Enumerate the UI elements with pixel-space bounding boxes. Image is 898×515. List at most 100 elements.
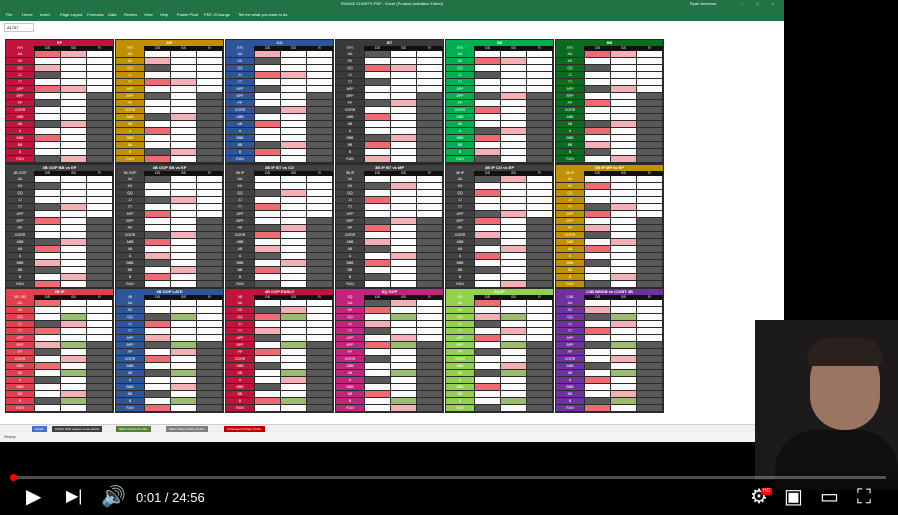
range-cell[interactable] bbox=[417, 79, 442, 85]
range-cell[interactable] bbox=[35, 142, 60, 148]
range-cell[interactable] bbox=[527, 121, 552, 127]
range-cell[interactable] bbox=[255, 349, 280, 355]
range-cell[interactable] bbox=[585, 328, 610, 334]
range-cell[interactable] bbox=[255, 156, 280, 162]
range-cell[interactable] bbox=[145, 107, 170, 113]
range-cell[interactable] bbox=[255, 370, 280, 376]
range-cell[interactable] bbox=[281, 72, 306, 78]
range-cell[interactable] bbox=[475, 79, 500, 85]
range-cell[interactable] bbox=[527, 370, 552, 376]
range-cell[interactable] bbox=[365, 58, 390, 64]
range-cell[interactable] bbox=[611, 86, 636, 92]
range-cell[interactable] bbox=[307, 58, 332, 64]
range-cell[interactable] bbox=[365, 149, 390, 155]
range-cell[interactable] bbox=[527, 335, 552, 341]
range-cell[interactable] bbox=[87, 267, 112, 273]
range-cell[interactable] bbox=[611, 93, 636, 99]
range-cell[interactable] bbox=[527, 107, 552, 113]
range-cell[interactable] bbox=[307, 107, 332, 113]
window-controls[interactable]: – □ × bbox=[741, 0, 780, 8]
range-cell[interactable] bbox=[281, 183, 306, 189]
range-cell[interactable] bbox=[611, 183, 636, 189]
range-cell[interactable] bbox=[585, 149, 610, 155]
range-cell[interactable] bbox=[501, 253, 526, 259]
range-cell[interactable] bbox=[417, 260, 442, 266]
range-cell[interactable] bbox=[391, 72, 416, 78]
range-cell[interactable] bbox=[171, 274, 196, 280]
range-cell[interactable] bbox=[391, 328, 416, 334]
range-cell[interactable] bbox=[171, 267, 196, 273]
range-cell[interactable] bbox=[61, 93, 86, 99]
range-cell[interactable] bbox=[197, 72, 222, 78]
range-cell[interactable] bbox=[475, 218, 500, 224]
range-cell[interactable] bbox=[475, 114, 500, 120]
range-cell[interactable] bbox=[417, 197, 442, 203]
range-cell[interactable] bbox=[501, 349, 526, 355]
volume-icon[interactable]: 🔊 bbox=[101, 484, 126, 510]
range-cell[interactable] bbox=[61, 156, 86, 162]
range-cell[interactable] bbox=[171, 183, 196, 189]
range-cell[interactable] bbox=[501, 377, 526, 383]
range-cell[interactable] bbox=[307, 321, 332, 327]
range-cell[interactable] bbox=[35, 321, 60, 327]
range-cell[interactable] bbox=[391, 307, 416, 313]
range-cell[interactable] bbox=[475, 128, 500, 134]
range-cell[interactable] bbox=[307, 225, 332, 231]
range-cell[interactable] bbox=[501, 142, 526, 148]
range-cell[interactable] bbox=[307, 72, 332, 78]
range-cell[interactable] bbox=[281, 349, 306, 355]
range-cell[interactable] bbox=[585, 370, 610, 376]
range-cell[interactable] bbox=[637, 128, 662, 134]
range-cell[interactable] bbox=[35, 260, 60, 266]
range-cell[interactable] bbox=[391, 204, 416, 210]
range-cell[interactable] bbox=[585, 363, 610, 369]
range-cell[interactable] bbox=[255, 281, 280, 287]
range-cell[interactable] bbox=[417, 239, 442, 245]
range-cell[interactable] bbox=[365, 274, 390, 280]
range-cell[interactable] bbox=[35, 342, 60, 348]
range-cell[interactable] bbox=[585, 204, 610, 210]
range-cell[interactable] bbox=[527, 391, 552, 397]
range-cell[interactable] bbox=[281, 114, 306, 120]
range-cell[interactable] bbox=[527, 190, 552, 196]
range-cell[interactable] bbox=[585, 100, 610, 106]
range-cell[interactable] bbox=[585, 128, 610, 134]
range-cell[interactable] bbox=[145, 391, 170, 397]
range-cell[interactable] bbox=[61, 405, 86, 411]
range-cell[interactable] bbox=[171, 128, 196, 134]
range-cell[interactable] bbox=[61, 58, 86, 64]
range-cell[interactable] bbox=[501, 398, 526, 404]
range-cell[interactable] bbox=[391, 135, 416, 141]
range-cell[interactable] bbox=[417, 107, 442, 113]
range-cell[interactable] bbox=[475, 51, 500, 57]
range-cell[interactable] bbox=[501, 314, 526, 320]
range-cell[interactable] bbox=[365, 176, 390, 182]
range-cell[interactable] bbox=[585, 121, 610, 127]
range-cell[interactable] bbox=[501, 405, 526, 411]
range-cell[interactable] bbox=[255, 190, 280, 196]
user-name[interactable]: Ryan Nemirow bbox=[690, 0, 716, 8]
range-cell[interactable] bbox=[307, 260, 332, 266]
range-cell[interactable] bbox=[391, 391, 416, 397]
range-cell[interactable] bbox=[637, 197, 662, 203]
range-cell[interactable] bbox=[475, 405, 500, 411]
range-cell[interactable] bbox=[585, 398, 610, 404]
range-cell[interactable] bbox=[145, 149, 170, 155]
range-cell[interactable] bbox=[417, 377, 442, 383]
range-cell[interactable] bbox=[255, 176, 280, 182]
range-cell[interactable] bbox=[417, 314, 442, 320]
range-cell[interactable] bbox=[585, 114, 610, 120]
range-cell[interactable] bbox=[475, 211, 500, 217]
range-cell[interactable] bbox=[585, 93, 610, 99]
range-cell[interactable] bbox=[307, 156, 332, 162]
range-cell[interactable] bbox=[637, 100, 662, 106]
range-cell[interactable] bbox=[585, 86, 610, 92]
range-cell[interactable] bbox=[307, 93, 332, 99]
range-cell[interactable] bbox=[145, 156, 170, 162]
range-cell[interactable] bbox=[527, 356, 552, 362]
range-cell[interactable] bbox=[61, 335, 86, 341]
range-cell[interactable] bbox=[611, 232, 636, 238]
range-cell[interactable] bbox=[197, 260, 222, 266]
range-cell[interactable] bbox=[417, 72, 442, 78]
range-cell[interactable] bbox=[87, 211, 112, 217]
